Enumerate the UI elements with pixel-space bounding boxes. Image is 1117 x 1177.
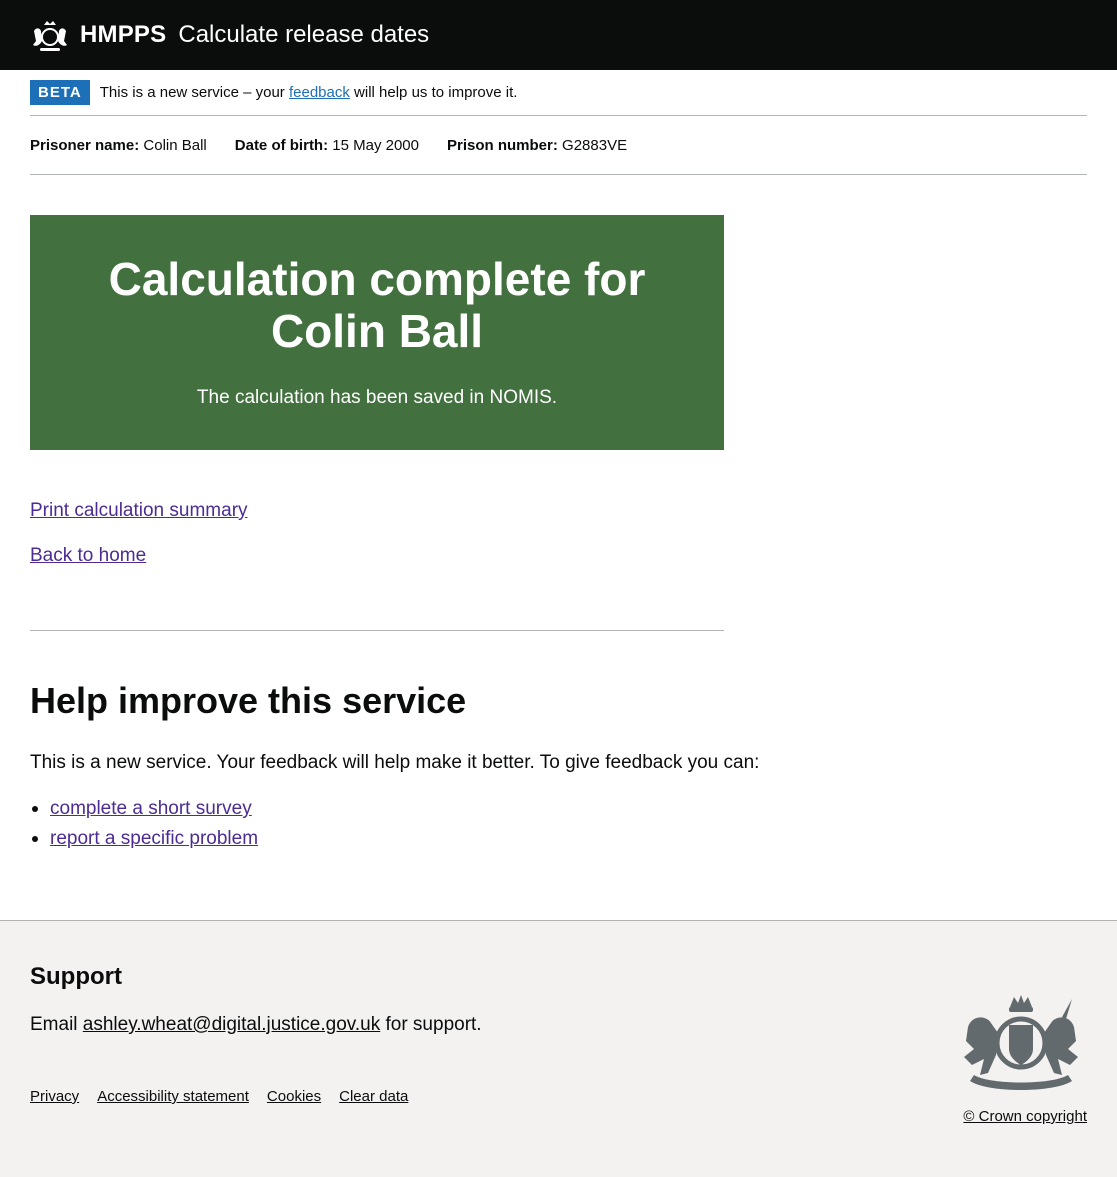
panel-title-line-2: Colin Ball <box>270 305 484 357</box>
feedback-options-list: complete a short survey report a specifi… <box>30 797 258 857</box>
clear-data-link[interactable]: Clear data <box>339 1088 408 1105</box>
support-prefix: Email <box>30 1014 83 1035</box>
report-problem-link[interactable]: report a specific problem <box>50 828 258 849</box>
footer-links: Privacy Accessibility statement Cookies … <box>30 1088 426 1105</box>
panel-title-line-1: Calculation complete for <box>108 253 646 305</box>
panel-body: The calculation has been saved in NOMIS. <box>196 387 558 408</box>
support-email-link[interactable]: ashley.wheat@digital.justice.gov.uk <box>83 1014 380 1035</box>
prisoner-name-field: Prisoner name: Colin Ball <box>30 137 207 154</box>
support-heading: Support <box>30 963 122 990</box>
accessibility-statement-link[interactable]: Accessibility statement <box>97 1088 249 1105</box>
prison-number-field: Prison number: G2883VE <box>447 137 627 154</box>
site-header: HMPPS Calculate release dates <box>0 0 1117 70</box>
royal-crest-icon <box>33 21 67 51</box>
brand-name[interactable]: HMPPS <box>80 21 166 49</box>
phase-banner: BETA This is a new service – your feedba… <box>30 80 1087 116</box>
support-text: Email ashley.wheat@digital.justice.gov.u… <box>30 1014 482 1036</box>
service-name[interactable]: Calculate release dates <box>178 21 429 49</box>
panel-title: Calculation complete for Colin Ball <box>30 253 724 357</box>
cookies-link[interactable]: Cookies <box>267 1088 321 1105</box>
crown-copyright-link[interactable]: © Crown copyright <box>963 1108 1087 1125</box>
crown-copyright: © Crown copyright <box>963 1108 1087 1125</box>
section-divider <box>30 630 724 631</box>
list-item: report a specific problem <box>30 827 258 857</box>
date-of-birth-value: 15 May 2000 <box>332 136 419 154</box>
help-improve-text: This is a new service. Your feedback wil… <box>30 752 760 773</box>
privacy-link[interactable]: Privacy <box>30 1088 79 1105</box>
back-to-home-link[interactable]: Back to home <box>30 545 146 567</box>
prisoner-name-value: Colin Ball <box>143 136 207 154</box>
support-suffix: for support. <box>380 1014 482 1035</box>
feedback-link[interactable]: feedback <box>289 84 350 101</box>
royal-coat-of-arms-icon <box>964 995 1078 1090</box>
prisoner-details-bar: Prisoner name: Colin Ball Date of birth:… <box>30 116 1087 175</box>
prison-number-value: G2883VE <box>562 136 628 154</box>
phase-text-after: will help us to improve it. <box>349 84 518 101</box>
prison-number-label: Prison number: <box>447 136 558 154</box>
prisoner-name-label: Prisoner name: <box>30 136 140 154</box>
phase-banner-text: This is a new service – your feedback wi… <box>100 80 518 105</box>
date-of-birth-label: Date of birth: <box>234 136 329 154</box>
help-improve-heading: Help improve this service <box>30 680 467 721</box>
list-item: complete a short survey <box>30 797 258 827</box>
confirmation-panel: Calculation complete for Colin Ball The … <box>30 215 724 450</box>
short-survey-link[interactable]: complete a short survey <box>50 798 252 819</box>
site-footer: Support Email ashley.wheat@digital.justi… <box>0 920 1117 1177</box>
beta-tag: BETA <box>30 80 90 105</box>
phase-text-before: This is a new service – your <box>99 84 289 101</box>
print-summary-link[interactable]: Print calculation summary <box>30 500 248 522</box>
date-of-birth-field: Date of birth: 15 May 2000 <box>235 137 419 154</box>
